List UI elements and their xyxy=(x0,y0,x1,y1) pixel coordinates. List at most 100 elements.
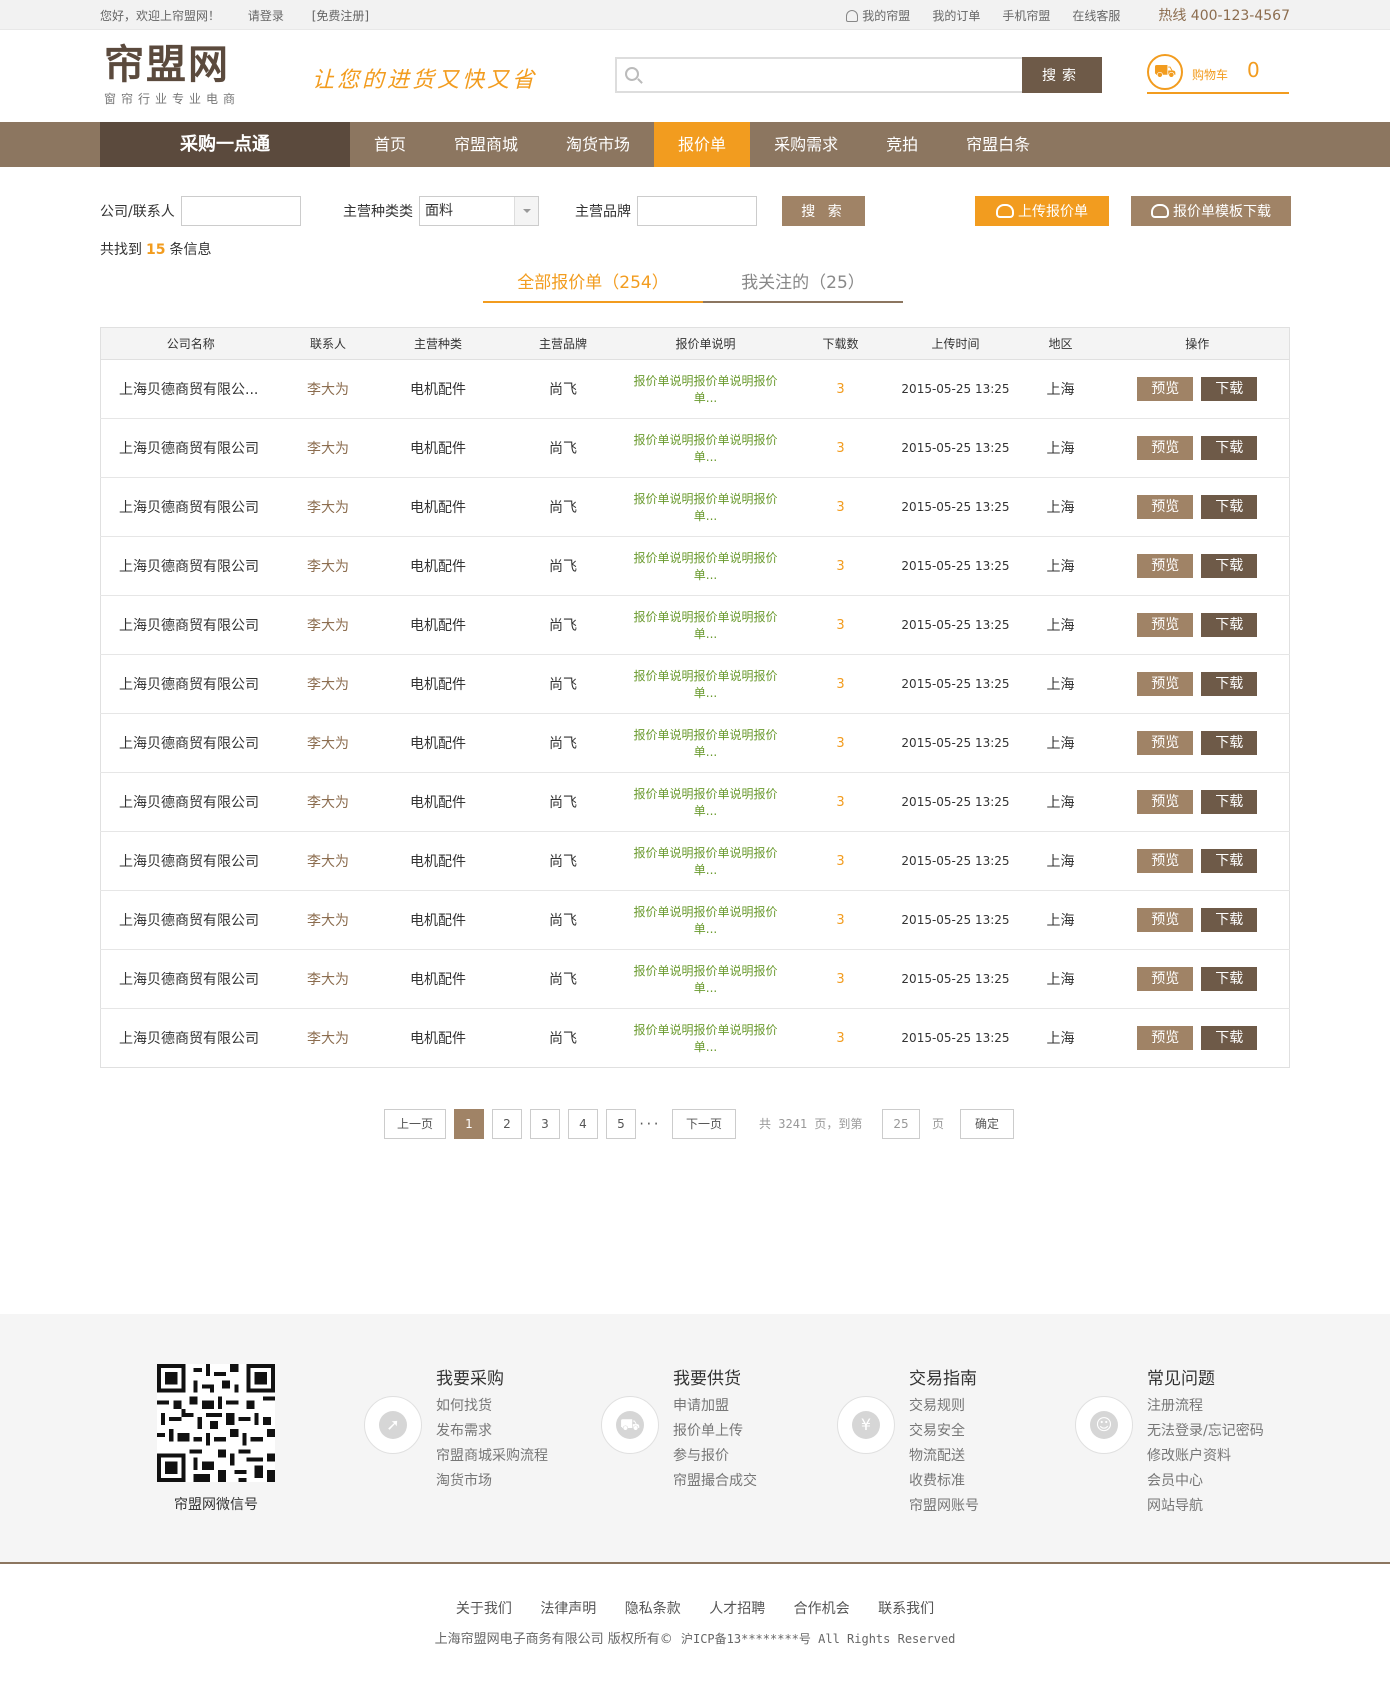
preview-button[interactable]: 预览 xyxy=(1137,672,1194,696)
nav-item-market[interactable]: 淘货市场 xyxy=(542,122,654,167)
footer-link[interactable]: 帘盟商城采购流程 xyxy=(436,1444,548,1469)
footer-link[interactable]: 如何找货 xyxy=(436,1394,548,1419)
footer-link[interactable]: 发布需求 xyxy=(436,1419,548,1444)
nav-item-mall[interactable]: 帘盟商城 xyxy=(430,122,542,167)
nav-item-demand[interactable]: 采购需求 xyxy=(750,122,862,167)
footer-link[interactable]: 物流配送 xyxy=(909,1444,979,1469)
privacy-link[interactable]: 隐私条款 xyxy=(625,1601,681,1617)
preview-button[interactable]: 预览 xyxy=(1137,495,1194,519)
goto-confirm-button[interactable]: 确定 xyxy=(960,1109,1014,1139)
download-button[interactable]: 下载 xyxy=(1201,672,1258,696)
tab-all-quotes[interactable]: 全部报价单（254） xyxy=(483,267,703,303)
search-input[interactable] xyxy=(651,59,1051,91)
download-button[interactable]: 下载 xyxy=(1201,967,1258,991)
footer-link[interactable]: 无法登录/忘记密码 xyxy=(1147,1419,1264,1444)
brand-filter: 主营品牌 xyxy=(575,196,757,226)
prev-page-button[interactable]: 上一页 xyxy=(384,1109,446,1139)
preview-button[interactable]: 预览 xyxy=(1137,613,1194,637)
download-button[interactable]: 下载 xyxy=(1201,495,1258,519)
next-page-button[interactable]: 下一页 xyxy=(672,1109,736,1139)
download-button[interactable]: 下载 xyxy=(1201,908,1258,932)
page-button-4[interactable]: 4 xyxy=(568,1109,598,1139)
category-menu[interactable]: 采购一点通 xyxy=(100,122,350,167)
footer-link[interactable]: 交易规则 xyxy=(909,1394,979,1419)
upload-time-cell: 2015-05-25 13:25 xyxy=(895,418,1016,478)
preview-button[interactable]: 预览 xyxy=(1137,377,1194,401)
download-button[interactable]: 下载 xyxy=(1201,377,1258,401)
download-button[interactable]: 下载 xyxy=(1201,613,1258,637)
download-button[interactable]: 下载 xyxy=(1201,436,1258,460)
legal-link[interactable]: 法律声明 xyxy=(540,1601,596,1617)
preview-button[interactable]: 预览 xyxy=(1137,436,1194,460)
service-link[interactable]: 在线客服 xyxy=(1072,7,1120,24)
download-button[interactable]: 下载 xyxy=(1201,849,1258,873)
category-value: 面料 xyxy=(425,203,453,219)
download-button[interactable]: 下载 xyxy=(1201,790,1258,814)
preview-button[interactable]: 预览 xyxy=(1137,967,1194,991)
actions-cell: 预览 下载 xyxy=(1105,831,1290,891)
preview-button[interactable]: 预览 xyxy=(1137,908,1194,932)
register-link[interactable]: [免费注册] xyxy=(312,9,369,23)
template-download-button[interactable]: 报价单模板下载 xyxy=(1131,196,1291,226)
my-orders-link[interactable]: 我的订单 xyxy=(932,7,980,24)
footer-link[interactable]: 修改账户资料 xyxy=(1147,1444,1264,1469)
downloads-cell: 3 xyxy=(785,595,896,655)
filter-search-button[interactable]: 搜 索 xyxy=(782,196,865,226)
table-row: 上海贝德商贸有限公司 李大为 电机配件 尚飞 报价单说明报价单说明报价单... 3 2015… xyxy=(100,418,1290,478)
region-cell: 上海 xyxy=(1015,654,1106,714)
preview-button[interactable]: 预览 xyxy=(1137,731,1194,755)
downloads-cell: 3 xyxy=(785,831,896,891)
nav-item-home[interactable]: 首页 xyxy=(350,122,430,167)
logo[interactable]: 帘盟网 窗帘行业专业电商 xyxy=(104,42,240,107)
search-button[interactable]: 搜索 xyxy=(1022,57,1102,93)
nav-item-quotes[interactable]: 报价单 xyxy=(654,122,751,167)
about-link[interactable]: 关于我们 xyxy=(456,1601,512,1617)
upload-quote-button[interactable]: 上传报价单 xyxy=(975,196,1109,226)
footer-link[interactable]: 申请加盟 xyxy=(673,1394,757,1419)
category-select[interactable]: 面料 xyxy=(419,196,539,226)
download-button[interactable]: 下载 xyxy=(1201,731,1258,755)
login-link[interactable]: 请登录 xyxy=(248,9,284,23)
download-button[interactable]: 下载 xyxy=(1201,554,1258,578)
nav-item-auction[interactable]: 竞拍 xyxy=(862,122,942,167)
brand-cell: 尚飞 xyxy=(500,772,626,832)
nav-item-credit[interactable]: 帘盟白条 xyxy=(942,122,1054,167)
download-button[interactable]: 下载 xyxy=(1201,1026,1258,1050)
preview-button[interactable]: 预览 xyxy=(1137,790,1194,814)
footer-link[interactable]: 参与报价 xyxy=(673,1444,757,1469)
footer-link[interactable]: 帘盟撮合成交 xyxy=(673,1469,757,1494)
footer-link[interactable]: 收费标准 xyxy=(909,1469,979,1494)
partner-link[interactable]: 合作机会 xyxy=(794,1601,850,1617)
footer-link[interactable]: 帘盟网账号 xyxy=(909,1494,979,1519)
preview-button[interactable]: 预览 xyxy=(1137,1026,1194,1050)
actions-cell: 预览 下载 xyxy=(1105,713,1290,773)
footer-link[interactable]: 报价单上传 xyxy=(673,1419,757,1444)
tab-followed[interactable]: 我关注的（25） xyxy=(703,267,903,303)
jobs-link[interactable]: 人才招聘 xyxy=(709,1601,765,1617)
total-pages-text: 共 3241 页，到第 xyxy=(759,1117,863,1131)
preview-button[interactable]: 预览 xyxy=(1137,849,1194,873)
contact-link[interactable]: 联系我们 xyxy=(878,1601,934,1617)
goto-page-input[interactable]: 25 xyxy=(882,1109,920,1139)
category-cell: 电机配件 xyxy=(375,654,501,714)
brand-label: 主营品牌 xyxy=(575,204,631,220)
footer-link[interactable]: 交易安全 xyxy=(909,1419,979,1444)
my-account-link[interactable]: 我的帘盟 xyxy=(846,7,910,24)
footer-link[interactable]: 网站导航 xyxy=(1147,1494,1264,1519)
cart[interactable]: ⛟ 购物车 0 xyxy=(1147,54,1289,94)
page-button-2[interactable]: 2 xyxy=(492,1109,522,1139)
preview-button[interactable]: 预览 xyxy=(1137,554,1194,578)
footer-link[interactable]: 会员中心 xyxy=(1147,1469,1264,1494)
table-row: 上海贝德商贸有限公司 李大为 电机配件 尚飞 报价单说明报价单说明报价单... 3 2015… xyxy=(100,772,1290,832)
mobile-link[interactable]: 手机帘盟 xyxy=(1002,7,1050,24)
page-button-3[interactable]: 3 xyxy=(530,1109,560,1139)
col-downloads: 下载数 xyxy=(785,327,896,360)
brand-input[interactable] xyxy=(637,196,757,226)
footer-link[interactable]: 淘货市场 xyxy=(436,1469,548,1494)
page-button-5[interactable]: 5 xyxy=(606,1109,636,1139)
company-cell: 上海贝德商贸有限公司 xyxy=(100,831,281,891)
region-cell: 上海 xyxy=(1015,418,1106,478)
page-button-1[interactable]: 1 xyxy=(454,1109,484,1139)
footer-link[interactable]: 注册流程 xyxy=(1147,1394,1264,1419)
company-input[interactable] xyxy=(180,196,301,226)
